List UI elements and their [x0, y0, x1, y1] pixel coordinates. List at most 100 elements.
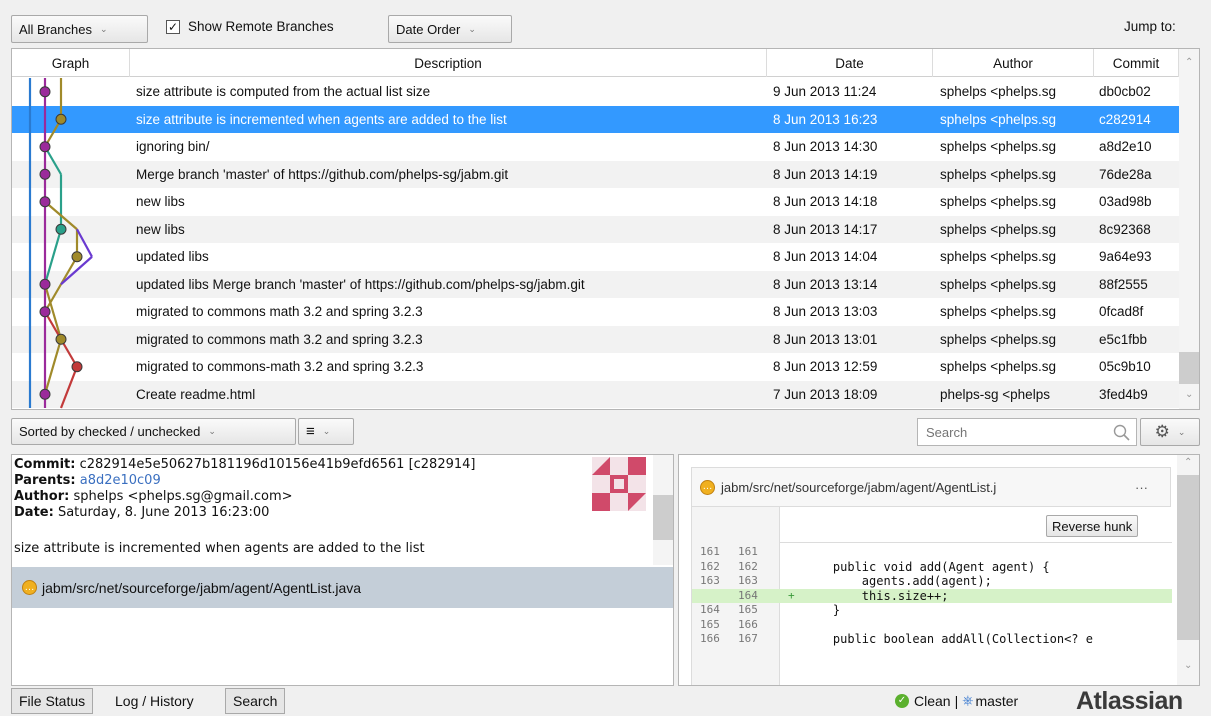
magnifier-icon[interactable] [1113, 424, 1130, 441]
diff-hunk: Reverse hunk 161 161 162 162 public void ad… [691, 507, 1172, 685]
current-branch[interactable]: master [975, 693, 1018, 709]
row-author: sphelps <phelps.sg [940, 331, 1056, 347]
modified-file-icon: … [22, 580, 37, 595]
commit-rows: size attribute is computed from the actu… [12, 78, 1179, 409]
table-row[interactable]: updated libs 8 Jun 2013 14:04 sphelps <phe… [12, 243, 1179, 271]
row-author: sphelps <phelps.sg [940, 166, 1056, 182]
row-author: sphelps <phelps.sg [940, 276, 1056, 292]
scroll-down-icon[interactable]: ⌄ [1184, 660, 1192, 671]
status-clean-label: Clean [914, 692, 951, 709]
diff-line[interactable]: 164 165 } [692, 603, 1172, 618]
row-date: 8 Jun 2013 16:23 [773, 111, 878, 127]
reverse-hunk-button[interactable]: Reverse hunk [1046, 515, 1139, 537]
show-remote-checkbox[interactable]: ✓ Show Remote Branches [166, 19, 334, 34]
tab-log-history[interactable]: Log / History [107, 688, 202, 714]
column-header-author[interactable]: Author [933, 49, 1094, 77]
row-description: ignoring bin/ [136, 139, 210, 155]
parent-commit-link[interactable]: a8d2e10c09 [80, 473, 161, 488]
diff-added-line[interactable]: 164 + this.size++; [692, 588, 1172, 603]
table-row[interactable]: new libs 8 Jun 2013 14:18 sphelps <phelps.… [12, 188, 1179, 216]
row-date: 8 Jun 2013 14:19 [773, 166, 878, 182]
settings-dropdown[interactable]: ⚙ ⌄ [1140, 418, 1200, 446]
view-mode-dropdown[interactable]: ≡ ⌄ [298, 418, 354, 445]
chevron-down-icon: ⌄ [322, 426, 331, 436]
old-line-number: 161 [700, 545, 720, 558]
row-date: 9 Jun 2013 11:24 [773, 84, 877, 100]
check-circle-icon: ✓ [895, 693, 909, 708]
diff-code: agents.add(agent); [804, 574, 992, 588]
parents-line: Parents: a8d2e10c09 [14, 473, 161, 488]
parents-label: Parents: [14, 473, 76, 488]
branches-dropdown-label: All Branches [19, 21, 92, 37]
column-header-graph[interactable]: Graph [12, 49, 130, 77]
column-header-date[interactable]: Date [767, 49, 933, 77]
row-description: updated libs [136, 249, 209, 265]
table-row[interactable]: migrated to commons-math 3.2 and spring … [12, 353, 1179, 381]
checkbox-checked-icon: ✓ [166, 19, 180, 34]
column-header-description[interactable]: Description [130, 49, 767, 77]
scroll-up-icon[interactable]: ⌃ [1184, 457, 1192, 468]
row-author: sphelps <phelps.sg [940, 249, 1056, 265]
table-row[interactable]: new libs 8 Jun 2013 14:17 sphelps <phelps.… [12, 215, 1179, 243]
row-commit: 9a64e93 [1099, 249, 1152, 265]
sort-dropdown[interactable]: Sorted by checked / unchecked ⌄ [11, 418, 296, 445]
commit-label: Commit: [14, 457, 76, 472]
new-line-number: 167 [738, 632, 758, 645]
row-commit: 88f2555 [1099, 276, 1148, 292]
new-line-number: 164 [738, 588, 758, 602]
date-value: Saturday, 8. June 2013 16:23:00 [57, 505, 270, 520]
diff-code: public boolean addAll(Collection<? e [804, 632, 1093, 646]
tab-file-status[interactable]: File Status [11, 688, 94, 714]
row-description: migrated to commons math 3.2 and spring … [136, 304, 423, 320]
row-date: 8 Jun 2013 13:14 [773, 276, 878, 292]
diff-scrollbar-thumb[interactable] [1177, 475, 1199, 640]
row-description: new libs [136, 194, 185, 210]
diff-scrollbar[interactable]: ⌃ ⌄ [1177, 455, 1199, 685]
diff-line[interactable]: 162 162 public void add(Agent agent) { [692, 560, 1172, 575]
diff-marker: + [788, 588, 795, 602]
new-line-number: 162 [738, 559, 758, 573]
more-options-button[interactable]: ··· [1135, 480, 1148, 495]
scroll-up-icon[interactable]: ⌃ [1185, 57, 1193, 68]
row-author: sphelps <phelps.sg [940, 139, 1056, 155]
table-row[interactable]: Merge branch 'master' of https://github.… [12, 160, 1179, 188]
scroll-down-icon[interactable]: ⌄ [1185, 389, 1193, 400]
status-separator: | [954, 692, 959, 709]
table-row[interactable]: updated libs Merge branch 'master' of ht… [12, 270, 1179, 298]
table-row[interactable]: Create readme.html 7 Jun 2013 18:09 phelps… [12, 380, 1179, 408]
author-value: sphelps <phelps.sg@gmail.com> [73, 489, 293, 504]
row-author: sphelps <phelps.sg [940, 221, 1056, 237]
diff-line[interactable]: 166 167 public boolean addAll(Collection<… [692, 632, 1172, 647]
row-date: 8 Jun 2013 13:01 [773, 331, 878, 347]
table-row[interactable]: migrated to commons math 3.2 and spring … [12, 325, 1179, 353]
list-view-icon: ≡ [306, 423, 315, 440]
row-author: sphelps <phelps.sg [940, 194, 1056, 210]
tab-search[interactable]: Search [225, 688, 286, 714]
column-header-commit[interactable]: Commit [1094, 49, 1179, 77]
row-date: 7 Jun 2013 18:09 [773, 386, 878, 402]
search-field[interactable] [917, 418, 1137, 446]
row-commit: db0cb02 [1099, 84, 1151, 100]
gear-icon: ⚙ [1154, 422, 1170, 441]
new-line-number: 166 [738, 617, 758, 631]
diff-line[interactable]: 163 163 agents.add(agent); [692, 574, 1172, 589]
show-remote-label: Show Remote Branches [188, 19, 334, 34]
file-list-item[interactable]: … jabm/src/net/sourceforge/jabm/agent/Ag… [12, 567, 673, 608]
diff-code: this.size++; [804, 588, 949, 603]
diff-line[interactable]: 165 166 [692, 618, 1172, 633]
search-input[interactable] [926, 424, 1096, 440]
table-row[interactable]: size attribute is incremented when agent… [12, 105, 1179, 133]
table-row[interactable]: migrated to commons math 3.2 and spring … [12, 298, 1179, 326]
table-row[interactable]: size attribute is computed from the actu… [12, 78, 1179, 106]
vertical-scrollbar[interactable]: ⌃ ⌄ [1179, 49, 1199, 409]
sort-dropdown-label: Sorted by checked / unchecked [19, 424, 201, 439]
branch-icon: ⎈ [962, 692, 974, 708]
order-dropdown[interactable]: Date Order ⌄ [388, 15, 512, 43]
branches-dropdown[interactable]: All Branches ⌄ [11, 15, 148, 43]
details-scrollbar[interactable] [653, 455, 673, 565]
scrollbar-thumb[interactable] [1179, 352, 1199, 384]
details-scrollbar-thumb[interactable] [653, 495, 673, 540]
table-row[interactable]: ignoring bin/8 Jun 2013 14:30 sphelps <ph… [12, 133, 1179, 161]
diff-line[interactable]: 161 161 [692, 545, 1172, 560]
order-dropdown-label: Date Order [396, 21, 461, 37]
